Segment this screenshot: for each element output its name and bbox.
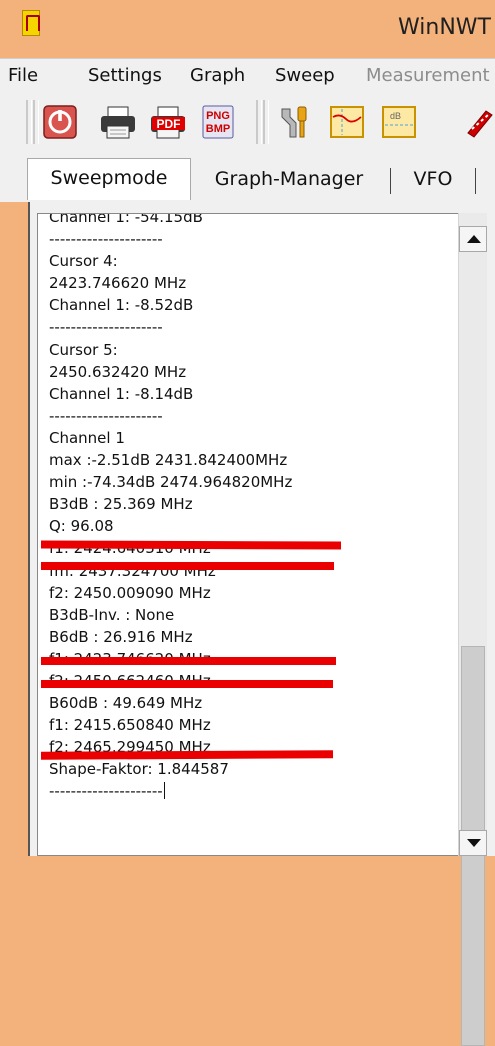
- tab-sweepmode[interactable]: Sweepmode: [27, 158, 191, 200]
- annotation-mark: [40, 750, 334, 760]
- toolbar-grip[interactable]: [256, 100, 262, 144]
- text-caret: [163, 782, 165, 800]
- printer-icon: [101, 106, 135, 139]
- app-icon[interactable]: [22, 10, 40, 36]
- tab-bar: Sweepmode Graph-Manager VFO: [0, 154, 495, 202]
- menu-settings[interactable]: Settings: [88, 65, 162, 86]
- output-line: Channel 1: -8.52dB: [49, 296, 194, 315]
- output-line: min :-74.34dB 2474.964820MHz: [49, 473, 293, 492]
- pdf-export-icon: PDF: [151, 106, 185, 139]
- output-line: max :-2.51dB 2431.842400MHz: [49, 451, 288, 470]
- output-lines: Channel 1: -54.15dB ---------------------…: [49, 214, 292, 803]
- graph-marker-button[interactable]: [328, 103, 364, 141]
- output-line: 2423.746620 MHz: [49, 274, 187, 293]
- output-line: ---------------------: [49, 318, 163, 337]
- svg-text:dB: dB: [390, 111, 401, 121]
- print-button[interactable]: [98, 103, 135, 141]
- menu-measurement[interactable]: Measurement: [366, 65, 490, 86]
- menu-file[interactable]: File: [8, 65, 38, 86]
- output-line: ---------------------: [49, 406, 163, 425]
- toolbar: PDF PNG BMP dB: [0, 94, 495, 154]
- annotation-mark: [41, 657, 336, 665]
- svg-text:PDF: PDF: [157, 117, 181, 131]
- menu-bar: File Settings Graph Sweep Measurement: [0, 58, 495, 94]
- menu-sweep[interactable]: Sweep: [275, 65, 335, 86]
- title-bar: WinNWT: [0, 0, 495, 58]
- output-line: B6dB : 26.916 MHz: [49, 627, 193, 646]
- vertical-scrollbar[interactable]: [458, 213, 487, 1046]
- tab-separator: [390, 168, 391, 194]
- output-line: Channel 1: [49, 428, 125, 447]
- power-icon: [43, 105, 77, 139]
- settings-tools-button[interactable]: [276, 103, 312, 141]
- tools-wrench-icon: [281, 106, 307, 138]
- output-line: B60dB : 49.649 MHz: [49, 694, 203, 713]
- probe-button[interactable]: [462, 103, 495, 141]
- output-line: Q: 96.08: [49, 517, 114, 536]
- toolbar-grip[interactable]: [263, 100, 269, 144]
- annotation-mark: [40, 540, 342, 550]
- output-line: Shape-Faktor: 1.844587: [49, 760, 229, 779]
- menu-graph[interactable]: Graph: [190, 65, 245, 86]
- output-line: B3dB : 25.369 MHz: [49, 495, 193, 514]
- pdf-export-button[interactable]: PDF: [148, 103, 185, 141]
- graph-marker-icon: [330, 106, 364, 138]
- window-title: WinNWT: [398, 15, 491, 40]
- svg-text:PNG: PNG: [206, 110, 230, 122]
- output-line: Cursor 4:: [49, 252, 118, 271]
- output-line: ---------------------: [49, 782, 165, 801]
- output-line: B3dB-Inv. : None: [49, 605, 175, 624]
- measurement-output[interactable]: Channel 1: -54.15dB ---------------------…: [37, 213, 458, 856]
- png-bmp-export-icon: PNG BMP: [202, 105, 234, 139]
- output-line: f1: 2415.650840 MHz: [49, 716, 211, 735]
- output-line: ---------------------: [49, 230, 163, 249]
- scroll-up-arrow-icon[interactable]: [459, 226, 487, 252]
- tab-separator: [475, 168, 476, 194]
- annotation-mark: [41, 562, 334, 570]
- tab-graph-manager[interactable]: Graph-Manager: [196, 160, 382, 198]
- toolbar-grip[interactable]: [33, 100, 39, 144]
- db-calibration-button[interactable]: dB: [380, 103, 416, 141]
- power-button[interactable]: [42, 103, 78, 141]
- png-bmp-export-button[interactable]: PNG BMP: [200, 103, 236, 141]
- probe-icon: [467, 110, 493, 138]
- tab-vfo[interactable]: VFO: [398, 160, 468, 198]
- output-line: 2450.632420 MHz: [49, 362, 187, 381]
- db-calibration-icon: dB: [382, 106, 416, 138]
- output-line: Cursor 5:: [49, 340, 118, 359]
- annotation-mark: [41, 680, 333, 688]
- output-line: Channel 1: -54.15dB: [49, 213, 203, 226]
- svg-text:BMP: BMP: [206, 123, 230, 135]
- output-line: f2: 2450.009090 MHz: [49, 583, 211, 602]
- output-line: Channel 1: -8.14dB: [49, 384, 194, 403]
- toolbar-grip[interactable]: [26, 100, 32, 144]
- scroll-down-arrow-icon[interactable]: [459, 830, 487, 856]
